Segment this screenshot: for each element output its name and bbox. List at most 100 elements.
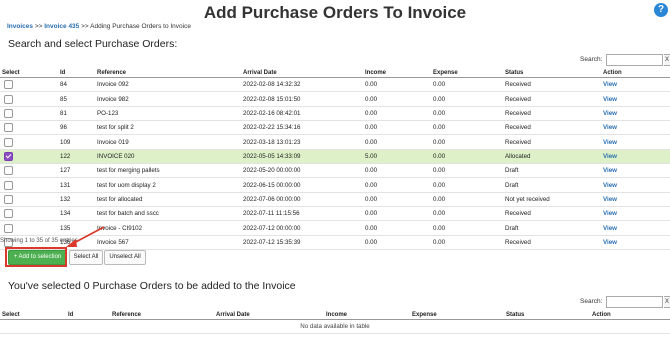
row-checkbox[interactable] <box>4 137 13 147</box>
col-header-reference[interactable]: Reference <box>97 64 243 78</box>
reference-cell: test for merging pallets <box>97 163 243 179</box>
action-cell: View <box>603 163 670 179</box>
col-header-id[interactable]: Id <box>60 64 97 78</box>
status-cell: Draft <box>505 163 603 179</box>
expense-cell: 0.00 <box>433 192 505 208</box>
arrival-date-cell: 2022-06-15 00:00:00 <box>243 177 365 193</box>
view-link[interactable]: View <box>603 153 617 160</box>
col-header-reference[interactable]: Reference <box>112 306 216 320</box>
status-cell: Received <box>505 120 603 136</box>
view-link[interactable]: View <box>603 81 617 88</box>
view-link[interactable]: View <box>603 96 617 103</box>
row-checkbox[interactable] <box>4 151 13 161</box>
empty-table-message: No data available in table <box>0 319 670 335</box>
expense-cell: 0.00 <box>433 206 505 222</box>
row-checkbox[interactable] <box>4 180 13 190</box>
id-cell: 132 <box>60 192 97 208</box>
view-link[interactable]: View <box>603 210 617 217</box>
view-link[interactable]: View <box>603 139 617 146</box>
view-link[interactable]: View <box>603 239 617 246</box>
row-checkbox[interactable] <box>4 123 13 133</box>
id-cell: 84 <box>60 77 97 93</box>
col-header-select[interactable]: Select <box>0 64 60 78</box>
arrival-date-cell: 2022-05-05 14:33:09 <box>243 149 365 165</box>
action-cell: View <box>603 206 670 222</box>
status-cell: Allocated <box>505 149 603 165</box>
income-cell: 0.00 <box>365 91 433 107</box>
view-link[interactable]: View <box>603 225 617 232</box>
expense-cell: 0.00 <box>433 106 505 122</box>
expense-cell: 0.00 <box>433 163 505 179</box>
action-cell: View <box>603 77 670 93</box>
col-header-expense[interactable]: Expense <box>412 306 506 320</box>
action-cell: View <box>603 235 670 251</box>
arrival-date-cell: 2022-07-12 15:35:39 <box>243 235 365 251</box>
col-header-arrival-date[interactable]: Arrival Date <box>243 64 365 78</box>
id-cell: 131 <box>60 177 97 193</box>
row-checkbox[interactable] <box>4 209 13 219</box>
table-header-row: Select Id Reference Arrival Date Income … <box>0 64 670 78</box>
selected-heading: You've selected 0 Purchase Orders to be … <box>8 280 296 292</box>
income-cell: 0.00 <box>365 120 433 136</box>
income-cell: 0.00 <box>365 206 433 222</box>
reference-cell: Invoice 092 <box>97 77 243 93</box>
status-cell: Received <box>505 106 603 122</box>
row-checkbox[interactable] <box>4 94 13 104</box>
col-header-arrival-date[interactable]: Arrival Date <box>216 306 326 320</box>
view-link[interactable]: View <box>603 167 617 174</box>
search-label: Search: <box>580 56 603 63</box>
select-cell <box>0 177 60 193</box>
expense-cell: 0.00 <box>433 77 505 93</box>
col-header-id[interactable]: Id <box>68 306 112 320</box>
highlight-box <box>5 247 67 267</box>
col-header-action[interactable]: Action <box>592 306 670 320</box>
col-header-select[interactable]: Select <box>0 306 68 320</box>
arrival-date-cell: 2022-07-12 00:00:00 <box>243 220 365 236</box>
col-header-id-label: Id <box>60 70 66 76</box>
select-cell <box>0 149 60 165</box>
col-header-income[interactable]: Income <box>365 64 433 78</box>
col-header-status[interactable]: Status <box>505 64 603 78</box>
breadcrumb-invoice-link[interactable]: Invoice 435 <box>44 23 79 30</box>
income-cell: 0.00 <box>365 163 433 179</box>
arrival-date-cell: 2022-02-16 08:42:01 <box>243 106 365 122</box>
breadcrumb: Invoices >> Invoice 435 >> Adding Purcha… <box>7 23 191 30</box>
id-cell: 134 <box>60 206 97 222</box>
row-checkbox[interactable] <box>4 194 13 204</box>
arrival-date-cell: 2022-07-06 00:00:00 <box>243 192 365 208</box>
arrival-date-cell: 2022-03-18 13:01:23 <box>243 134 365 150</box>
select-cell <box>0 220 60 236</box>
view-link[interactable]: View <box>603 124 617 131</box>
reference-cell: Invoice 982 <box>97 91 243 107</box>
view-link[interactable]: View <box>603 182 617 189</box>
view-link[interactable]: View <box>603 196 617 203</box>
breadcrumb-invoices-link[interactable]: Invoices <box>7 23 33 30</box>
status-cell: Received <box>505 77 603 93</box>
status-cell: Not yet received <box>505 192 603 208</box>
status-cell: Draft <box>505 177 603 193</box>
action-cell: View <box>603 91 670 107</box>
row-checkbox[interactable] <box>4 80 13 90</box>
id-cell: 122 <box>60 149 97 165</box>
select-cell <box>0 77 60 93</box>
row-checkbox[interactable] <box>4 166 13 176</box>
income-cell: 0.00 <box>365 134 433 150</box>
col-header-action[interactable]: Action <box>603 64 670 78</box>
income-cell: 0.00 <box>365 220 433 236</box>
help-icon[interactable]: ? <box>654 3 668 17</box>
view-link[interactable]: View <box>603 110 617 117</box>
row-checkbox[interactable] <box>4 223 13 233</box>
table-header-row: Select Id Reference Arrival Date Income … <box>0 306 670 320</box>
row-checkbox[interactable] <box>4 108 13 118</box>
unselect-all-button[interactable]: Unselect All <box>104 250 146 265</box>
select-all-button[interactable]: Select All <box>69 250 103 265</box>
col-header-status[interactable]: Status <box>506 306 592 320</box>
select-cell <box>0 192 60 208</box>
breadcrumb-separator: >> <box>81 23 89 30</box>
col-header-expense[interactable]: Expense <box>433 64 505 78</box>
select-cell <box>0 163 60 179</box>
select-cell <box>0 134 60 150</box>
selected-orders-table: Select Id Reference Arrival Date Income … <box>0 306 670 335</box>
col-header-income[interactable]: Income <box>326 306 412 320</box>
income-cell: 0.00 <box>365 106 433 122</box>
